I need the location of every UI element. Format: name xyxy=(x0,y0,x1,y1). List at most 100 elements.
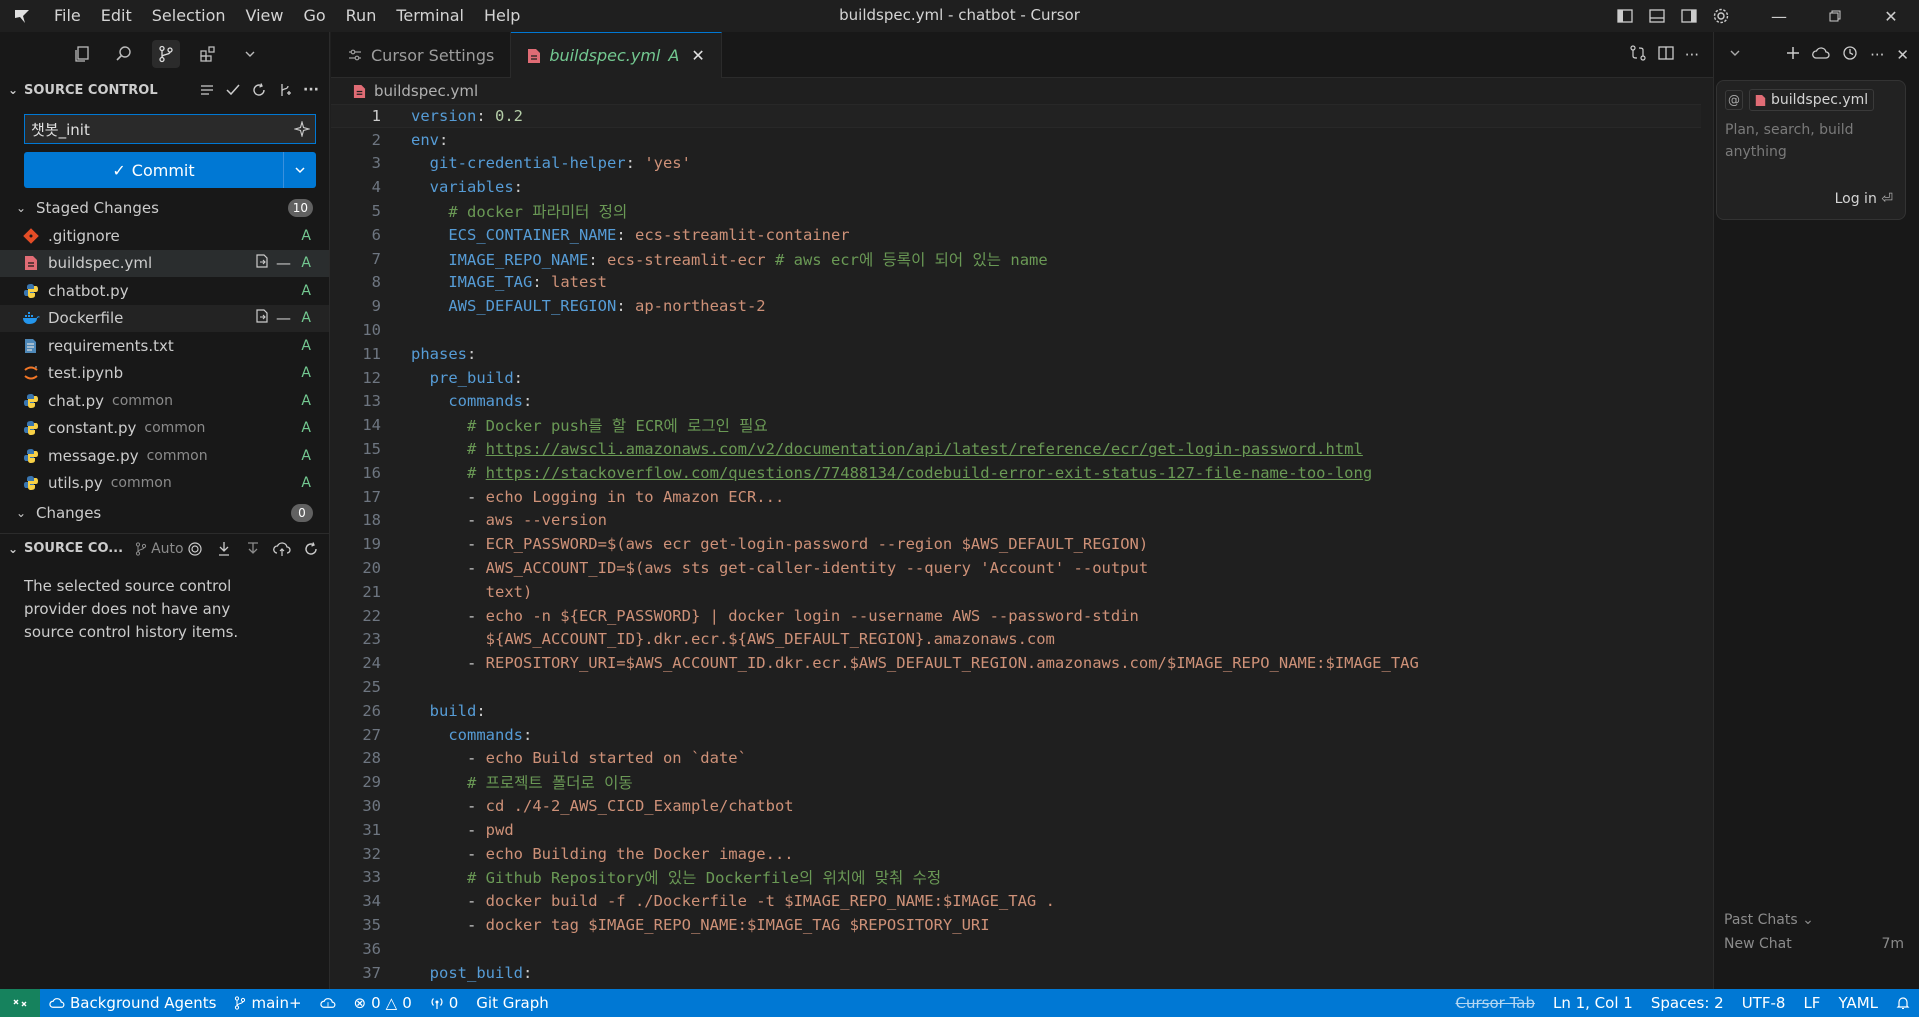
context-file-pill[interactable]: buildspec.yml xyxy=(1749,89,1875,111)
code-line[interactable]: 13 commands: xyxy=(331,390,1701,414)
restore-button[interactable] xyxy=(1807,0,1863,32)
push-cloud-icon[interactable] xyxy=(272,539,292,559)
chat-input-box[interactable]: @ buildspec.yml Plan, search, build anyt… xyxy=(1716,80,1906,220)
commit-message-input[interactable]: 챗봇_init xyxy=(24,114,316,144)
code-line[interactable]: 33 # Github Repository에 있는 Dockerfile의 위… xyxy=(331,866,1701,890)
code-line[interactable]: 31 - pwd xyxy=(331,818,1701,842)
commit-dropdown-button[interactable] xyxy=(284,163,316,177)
list-item[interactable]: requirements.txt A xyxy=(0,332,329,360)
new-chat-plus-icon[interactable] xyxy=(1786,46,1800,64)
commit-button[interactable]: ✓ Commit xyxy=(24,152,316,188)
code-editor[interactable]: 1 version: 0.2 2 env: 3 git-credential-helpe… xyxy=(331,104,1701,989)
source-control-graph-header[interactable]: ⌄ SOURCE CO... Auto xyxy=(0,533,329,563)
code-line[interactable]: 5 # docker 파라미터 정의 xyxy=(331,199,1701,223)
list-item[interactable]: buildspec.yml — A xyxy=(0,249,329,277)
pull-icon[interactable] xyxy=(243,539,263,559)
tab-cursor-settings[interactable]: Cursor Settings xyxy=(331,32,512,78)
view-as-list-icon[interactable] xyxy=(197,80,217,100)
code-line[interactable]: 24 - REPOSITORY_URI=$AWS_ACCOUNT_ID.dkr.… xyxy=(331,651,1701,675)
code-line[interactable]: 27 commands: xyxy=(331,723,1701,747)
list-item[interactable]: utils.py common A xyxy=(0,470,329,498)
code-line[interactable]: 14 # Docker push를 할 ECR에 로그인 필요 xyxy=(331,413,1701,437)
code-line[interactable]: 3 git-credential-helper: 'yes' xyxy=(331,152,1701,176)
list-item[interactable]: constant.py common A xyxy=(0,415,329,443)
menu-selection[interactable]: Selection xyxy=(142,0,236,32)
split-editor-icon[interactable] xyxy=(1657,44,1675,66)
notifications-icon[interactable] xyxy=(1887,989,1919,1017)
more-actions-icon[interactable]: ··· xyxy=(1685,46,1699,64)
code-line[interactable]: 30 - cd ./4-2_AWS_CICD_Example/chatbot xyxy=(331,794,1701,818)
explorer-icon[interactable] xyxy=(68,40,96,68)
code-line[interactable]: 4 variables: xyxy=(331,175,1701,199)
chevron-down-icon[interactable] xyxy=(1728,46,1742,64)
past-chat-item[interactable]: New Chat 7m xyxy=(1724,936,1904,952)
list-item[interactable]: test.ipynb A xyxy=(0,360,329,388)
fetch-icon[interactable] xyxy=(214,539,234,559)
code-line[interactable]: 29 # 프로젝트 폴더로 이동 xyxy=(331,770,1701,794)
code-link[interactable]: https://stackoverflow.com/questions/7748… xyxy=(486,464,1373,482)
commit-button-main[interactable]: ✓ Commit xyxy=(24,152,284,188)
minimize-button[interactable]: — xyxy=(1751,0,1807,32)
code-line[interactable]: 10 xyxy=(331,318,1701,342)
open-file-icon[interactable] xyxy=(254,308,270,328)
code-line[interactable]: 11 phases: xyxy=(331,342,1701,366)
list-item[interactable]: message.py common A xyxy=(0,442,329,470)
source-control-icon[interactable] xyxy=(152,40,180,68)
code-line[interactable]: 17 - echo Logging in to Amazon ECR... xyxy=(331,485,1701,509)
search-icon[interactable] xyxy=(110,40,138,68)
code-line[interactable]: 8 IMAGE_TAG: latest xyxy=(331,271,1701,295)
git-graph-item[interactable]: Git Graph xyxy=(467,989,557,1017)
menu-view[interactable]: View xyxy=(236,0,294,32)
extensions-icon[interactable] xyxy=(194,40,222,68)
code-line[interactable]: 7 IMAGE_REPO_NAME: ecs-streamlit-ecr # a… xyxy=(331,247,1701,271)
encoding-item[interactable]: UTF-8 xyxy=(1733,989,1795,1017)
list-item[interactable]: chat.py common A xyxy=(0,387,329,415)
login-button[interactable]: Log in ⏎ xyxy=(1835,191,1893,207)
close-window-button[interactable]: ✕ xyxy=(1863,0,1919,32)
toggle-primary-sidebar-icon[interactable] xyxy=(1609,0,1641,32)
open-changes-icon[interactable] xyxy=(1629,44,1647,66)
code-line[interactable]: 21 text) xyxy=(331,580,1701,604)
open-file-icon[interactable] xyxy=(254,253,270,273)
refresh-icon[interactable] xyxy=(249,80,269,100)
code-line[interactable]: 35 - docker tag $IMAGE_REPO_NAME:$IMAGE_… xyxy=(331,913,1701,937)
breadcrumb[interactable]: buildspec.yml xyxy=(331,78,1713,104)
list-item[interactable]: .gitignore A xyxy=(0,222,329,250)
unstage-icon[interactable]: — xyxy=(276,254,291,272)
menu-terminal[interactable]: Terminal xyxy=(386,0,474,32)
list-item[interactable]: chatbot.py A xyxy=(0,277,329,305)
tab-buildspec[interactable]: buildspec.yml A ✕ xyxy=(511,32,722,78)
eol-item[interactable]: LF xyxy=(1794,989,1829,1017)
code-line[interactable]: 18 - aws --version xyxy=(331,509,1701,533)
problems-item[interactable]: ⊗ 0 △ 0 xyxy=(345,989,421,1017)
more-actions-icon[interactable]: ··· xyxy=(301,80,321,100)
remote-indicator[interactable] xyxy=(0,989,40,1017)
add-context-icon[interactable]: @ xyxy=(1725,90,1743,110)
indentation-item[interactable]: Spaces: 2 xyxy=(1642,989,1733,1017)
menu-file[interactable]: File xyxy=(44,0,91,32)
toggle-secondary-sidebar-icon[interactable] xyxy=(1673,0,1705,32)
branch-actions-icon[interactable] xyxy=(275,80,295,100)
source-control-header[interactable]: ⌄ SOURCE CONTROL ··· xyxy=(0,76,329,104)
code-line[interactable]: 22 - echo -n ${ECR_PASSWORD} | docker lo… xyxy=(331,604,1701,628)
language-mode-item[interactable]: YAML xyxy=(1829,989,1887,1017)
ports-item[interactable]: 0 xyxy=(421,989,468,1017)
code-line[interactable]: 6 ECS_CONTAINER_NAME: ecs-streamlit-cont… xyxy=(331,223,1701,247)
code-line[interactable]: 37 post_build: xyxy=(331,961,1701,985)
past-chats-toggle[interactable]: Past Chats ⌄ xyxy=(1724,912,1814,928)
code-line[interactable]: 15 # https://awscli.amazonaws.com/v2/doc… xyxy=(331,437,1701,461)
code-line[interactable]: 9 AWS_DEFAULT_REGION: ap-northeast-2 xyxy=(331,294,1701,318)
auto-branch-selector[interactable]: Auto xyxy=(135,541,184,557)
code-line[interactable]: 34 - docker build -f ./Dockerfile -t $IM… xyxy=(331,889,1701,913)
code-line[interactable]: 26 build: xyxy=(331,699,1701,723)
changes-header[interactable]: ⌄ Changes 0 xyxy=(0,499,329,527)
close-icon[interactable]: ✕ xyxy=(1896,46,1909,64)
code-line[interactable]: 12 pre_build: xyxy=(331,366,1701,390)
menu-go[interactable]: Go xyxy=(293,0,335,32)
more-actions-icon[interactable]: ··· xyxy=(1870,46,1884,64)
menu-help[interactable]: Help xyxy=(474,0,530,32)
code-line[interactable]: 23 ${AWS_ACCOUNT_ID}.dkr.ecr.${AWS_DEFAU… xyxy=(331,628,1701,652)
code-line[interactable]: 16 # https://stackoverflow.com/questions… xyxy=(331,461,1701,485)
code-line[interactable]: 28 - echo Build started on `date` xyxy=(331,747,1701,771)
toggle-panel-icon[interactable] xyxy=(1641,0,1673,32)
